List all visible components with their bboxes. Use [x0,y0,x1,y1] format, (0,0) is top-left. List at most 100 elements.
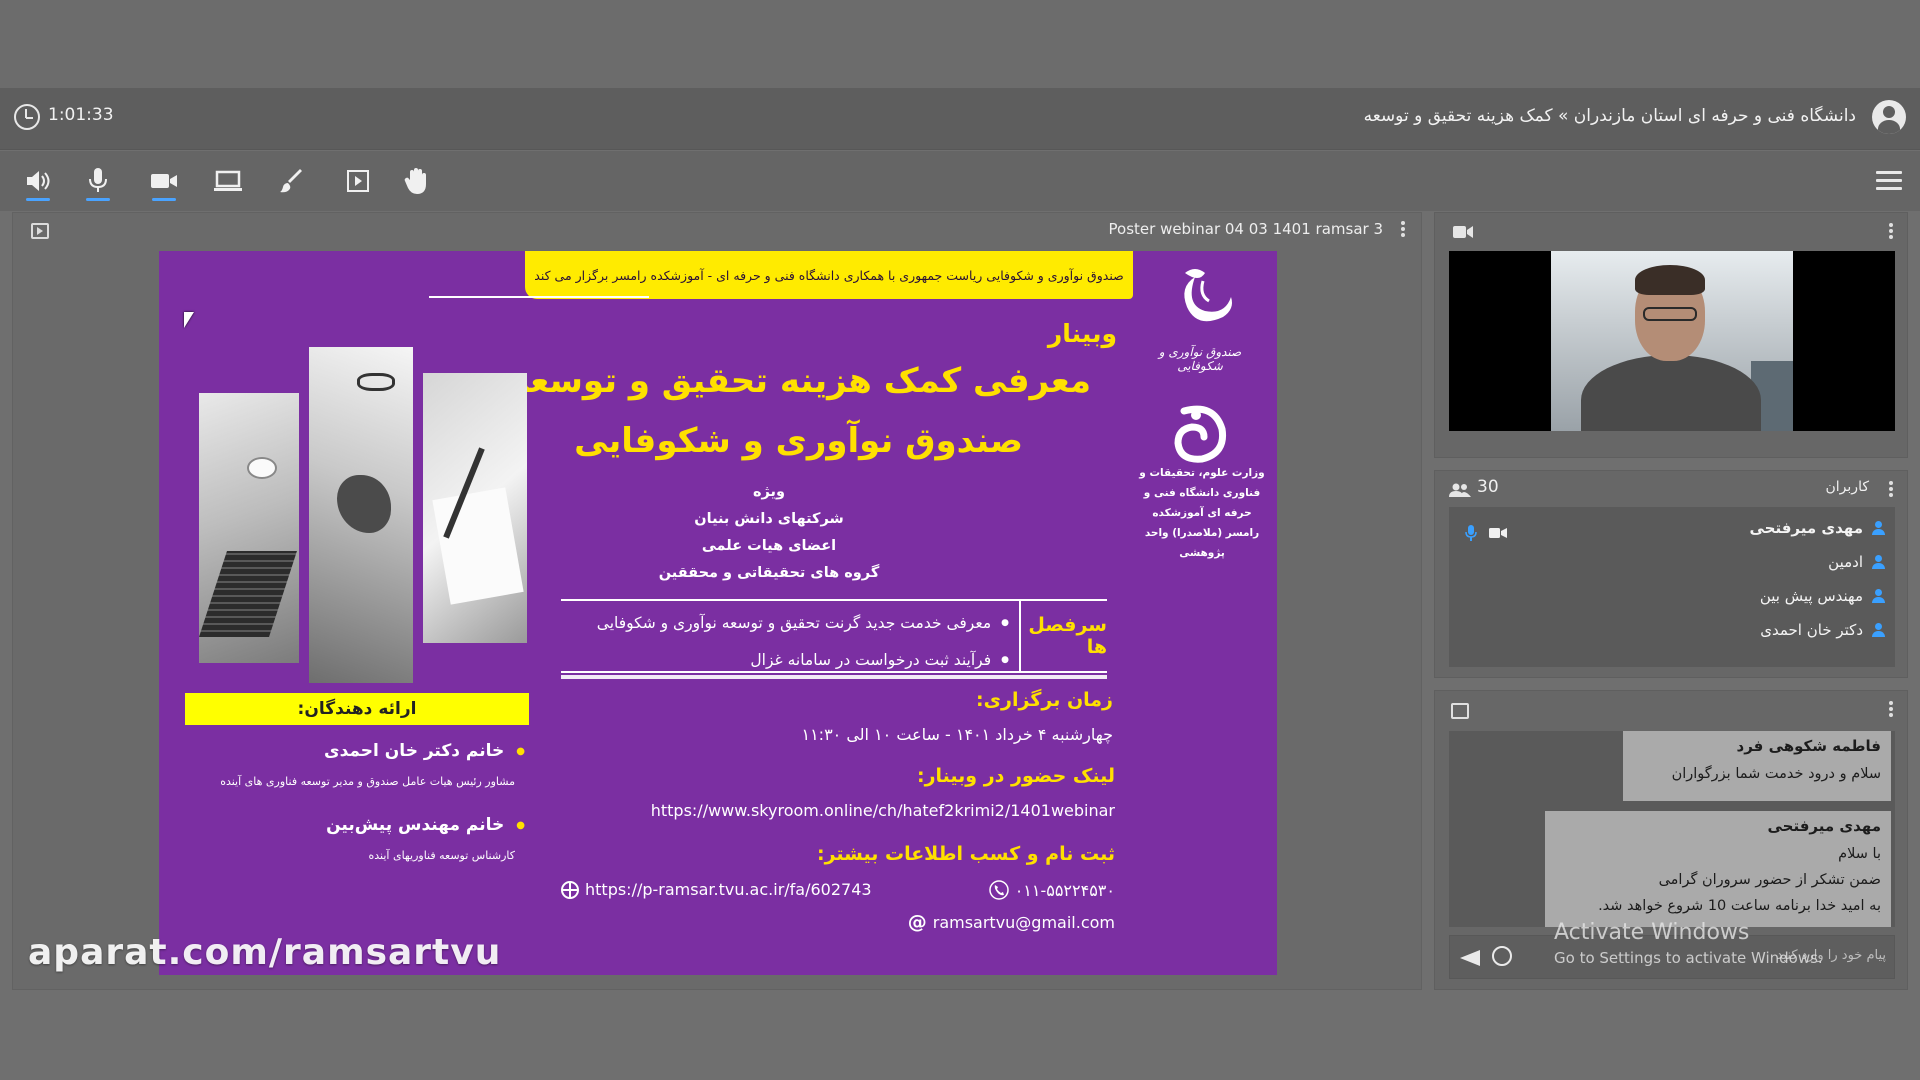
whiteboard-button[interactable] [274,163,310,199]
audience-item: گروه های تحقیقاتی و محققین [658,565,880,581]
header-bar: 1:01:33 دانشگاه فنی و حرفه ای استان مازن… [0,88,1920,150]
fund-logo-text: صندوق نوآوری و شکوفایی [1158,345,1242,373]
chat-icon [1451,703,1469,719]
message-text: با سلام [1838,846,1881,862]
windows-activation-notice: Activate Windows Go to Settings to activ… [1554,920,1823,967]
banner-underline [429,296,649,298]
topics-list: معرفی خدمت جدید گرنت تحقیق و توسعه نوآور… [569,605,1009,679]
activate-line1: Activate Windows [1554,920,1750,945]
room-title: دانشگاه فنی و حرفه ای استان مازندران » ک… [1363,106,1856,126]
presenter-1: ● خانم دکتر خان احمدی [324,741,525,761]
users-panel: 30 کاربران مهدی میرفتحی ادمین مهندس پیش … [1434,470,1908,678]
activate-line2: Go to Settings to activate Windows. [1554,949,1823,967]
camera-active-icon [1489,528,1507,538]
chat-message: مهدی میرفتحی با سلام ضمن تشکر از حضور سر… [1545,811,1891,927]
file-name: Poster webinar 04 03 1401 ramsar 3 [1108,220,1383,238]
file-options-icon[interactable] [1401,221,1405,237]
register-label: ثبت نام و کسب اطلاعات بیشتر: [816,843,1115,865]
topic-item: معرفی خدمت جدید گرنت تحقیق و توسعه نوآور… [569,605,1009,642]
media-button[interactable] [340,163,376,199]
email-address[interactable]: ramsartvu@gmail.com [933,913,1115,932]
website-row: https://p-ramsar.tvu.ac.ir/fa/602743 [561,880,872,899]
topic-item: فرآیند ثبت درخواست در سامانه غزال [569,642,1009,679]
raise-hand-button[interactable] [398,163,434,199]
bottom-background [0,990,1920,1080]
screen-share-button[interactable] [210,163,246,199]
presenter-2-role: کارشناس توسعه فناوریهای آینده [368,849,516,862]
microphone-active-icon [1465,525,1477,541]
email-row: @ ramsartvu@gmail.com [908,911,1115,933]
audience-item: اعضای هیات علمی [701,538,837,554]
presentation-area: Poster webinar 04 03 1401 ramsar 3 صندوق… [12,212,1422,990]
poster-title-line2: صندوق نوآوری و شکوفایی [574,421,1023,461]
message-text: به امید خدا برنامه ساعت 10 شروع خواهد شد… [1598,898,1881,914]
at-icon: @ [907,911,927,933]
video-panel [1434,212,1908,458]
ministry-text: وزارت علوم، تحقیقات و فناوری دانشگاه فنی… [1139,467,1265,559]
users-count: 30 [1477,477,1499,497]
topics-box: سرفصل ها معرفی خدمت جدید گرنت تحقیق و تو… [561,599,1107,673]
menu-icon[interactable] [1876,171,1902,191]
users-title: کاربران [1825,479,1869,495]
audience-list: ویژه شرکتهای دانش بنیان اعضای هیات علمی … [619,479,919,587]
presentation-toggle-icon[interactable] [31,223,49,239]
bullet-icon: ● [516,819,525,831]
fund-logo: صندوق نوآوری و شکوفایی [1137,259,1263,379]
video-options-icon[interactable] [1889,223,1893,241]
webinar-label: وبینار [1047,319,1117,348]
send-icon[interactable] [1460,950,1480,966]
emoji-icon[interactable] [1492,946,1512,966]
user-row[interactable]: مهدی میرفتحی [1449,513,1895,543]
speaker-active-indicator [26,198,50,201]
message-sender: مهدی میرفتحی [1767,817,1882,835]
ministry-logo: وزارت علوم، تحقیقات و فناوری دانشگاه فنی… [1137,401,1267,559]
microphone-active-indicator [86,198,110,201]
presenter-2-name: خانم مهندس پیش‌بین [326,815,505,835]
poster-title-line1: معرفی کمک هزینه تحقیق و توسعه [509,361,1091,401]
audience-item: ویژه [752,484,786,500]
hands-photo [309,347,413,683]
microphone-icon [89,168,107,192]
microphone-button[interactable] [80,163,116,201]
users-icon [1449,483,1471,497]
chat-options-icon[interactable] [1889,701,1893,719]
message-text: سلام و درود خدمت شما بزرگواران [1671,766,1881,782]
user-avatar-icon[interactable] [1872,100,1906,134]
play-icon [347,170,369,192]
user-row[interactable]: ادمین [1449,547,1895,577]
phone-icon [988,880,1009,900]
session-timer: 1:01:33 [48,105,114,125]
toolbar [0,151,1920,211]
webinar-link[interactable]: https://www.skyroom.online/ch/hatef2krim… [651,801,1115,820]
poster-slide: صندوق نوآوری و شکوفایی ریاست جمهوری با ه… [159,251,1277,975]
website-link[interactable]: https://p-ramsar.tvu.ac.ir/fa/602743 [585,880,872,899]
screen-share-icon [214,170,242,191]
speaker-button[interactable] [20,163,56,201]
laptop-photo [199,393,299,663]
presenters-label: ارائه دهندگان: [185,693,529,725]
user-row[interactable]: دکتر خان احمدی [1449,615,1895,645]
user-name: مهدی میرفتحی [1749,519,1864,537]
presenter-1-role: مشاور رئیس هیات عامل صندوق و مدیر توسعه … [220,775,515,788]
webcam-feed[interactable] [1449,251,1895,431]
camera-button[interactable] [146,163,182,201]
users-options-icon[interactable] [1889,481,1893,499]
phone-row: ۰۱۱-۵۵۲۲۴۵۳۰ [988,880,1115,900]
link-label: لینک حضور در وبینار: [916,765,1115,787]
documents-photo [423,373,527,643]
person-icon [1871,521,1885,535]
camera-icon [151,174,177,188]
user-name: ادمین [1828,553,1863,571]
chat-message: فاطمه شکوهی فرد سلام و درود خدمت شما بزر… [1623,731,1891,801]
hand-icon [404,168,426,194]
users-list: مهدی میرفتحی ادمین مهندس پیش بین دکتر خا… [1449,507,1895,667]
user-row[interactable]: مهندس پیش بین [1449,581,1895,611]
presenter-2: ● خانم مهندس پیش‌بین [326,815,525,835]
clock-icon [14,104,40,130]
person-icon [1871,589,1885,603]
time-label: زمان برگزاری: [976,689,1113,711]
speaker-icon [27,171,50,191]
ministry-emblem-icon [1174,405,1227,463]
bullet-icon: ● [516,745,525,757]
message-text: ضمن تشکر از حضور سروران گرامی [1658,872,1881,888]
